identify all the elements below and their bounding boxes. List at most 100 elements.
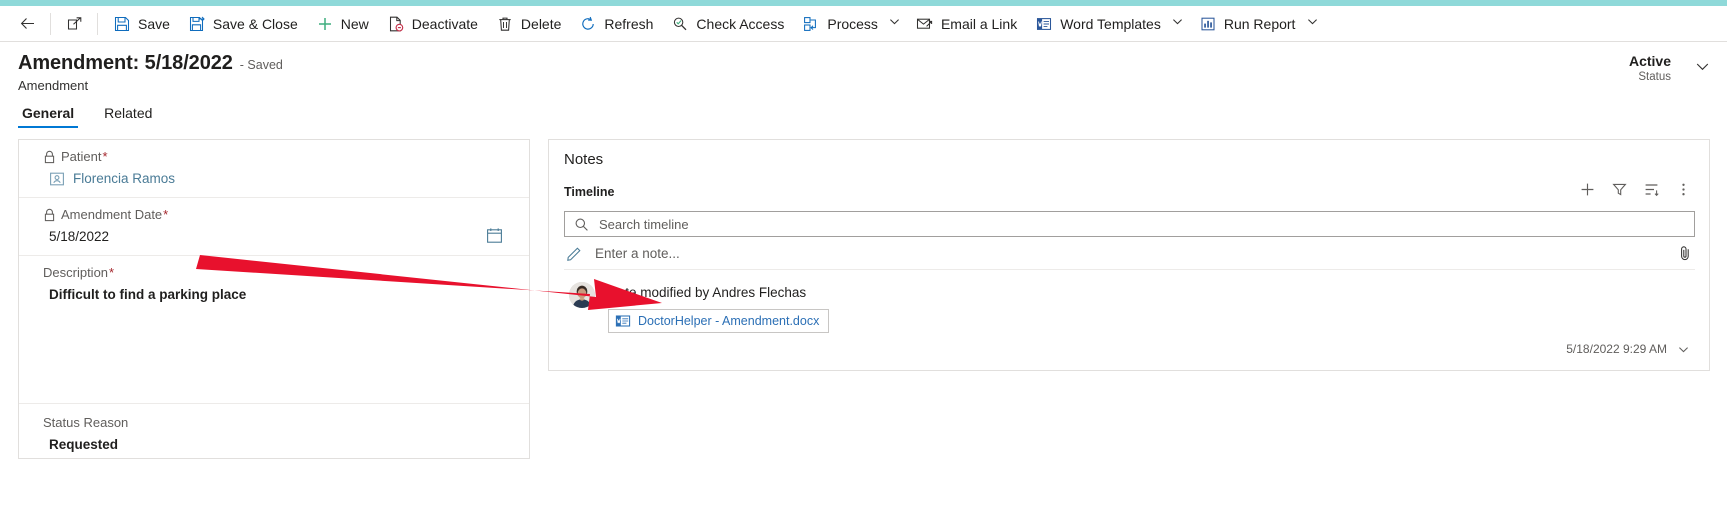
chevron-down-icon: [1171, 15, 1184, 33]
status-field[interactable]: Active Status: [1629, 53, 1671, 85]
deactivate-button[interactable]: Deactivate: [378, 7, 487, 41]
paperclip-icon[interactable]: [1677, 245, 1693, 261]
open-in-new-window-button[interactable]: [57, 7, 93, 41]
delete-button-label: Delete: [520, 15, 562, 32]
deactivate-icon: [387, 15, 405, 33]
field-description-value[interactable]: Difficult to find a parking place: [43, 285, 505, 305]
word-document-icon: [615, 313, 631, 329]
command-bar-divider: [50, 12, 51, 35]
email-a-link-button[interactable]: Email a Link: [907, 7, 1026, 41]
sort-icon: [1644, 182, 1659, 202]
required-marker: *: [102, 149, 108, 164]
save-button-label: Save: [138, 15, 170, 32]
refresh-button-label: Refresh: [604, 15, 654, 32]
chevron-down-icon: [888, 15, 901, 33]
timeline-search[interactable]: [564, 211, 1695, 237]
field-patient-label-text: Patient: [61, 149, 102, 164]
check-access-button[interactable]: Check Access: [662, 7, 793, 41]
refresh-button[interactable]: Refresh: [570, 7, 662, 41]
add-record-button[interactable]: [1573, 179, 1601, 205]
more-vertical-icon: [1676, 182, 1691, 202]
timeline-item-headline: Note modified by Andres Flechas: [608, 285, 807, 300]
field-status-reason-value[interactable]: Requested: [43, 435, 505, 455]
field-status-reason-label: Status Reason: [43, 414, 505, 432]
command-bar-divider-2: [97, 12, 98, 35]
word-templates-chevron-button[interactable]: [1166, 7, 1190, 41]
sort-button[interactable]: [1637, 179, 1665, 205]
page-title-text: Amendment: 5/18/2022: [18, 52, 233, 74]
search-input[interactable]: [597, 213, 1694, 235]
plus-icon: [316, 15, 334, 33]
run-report-chevron-button[interactable]: [1300, 7, 1324, 41]
filter-button[interactable]: [1605, 179, 1633, 205]
entity-type-label: Amendment: [18, 78, 89, 93]
tab-general-label: General: [22, 105, 75, 121]
tab-general[interactable]: General: [18, 105, 79, 128]
word-templates-button[interactable]: Word Templates: [1026, 7, 1170, 41]
field-amendment-date-label: Amendment Date *: [43, 206, 505, 224]
field-patient: Patient * Florencia Ramos: [19, 140, 529, 198]
header-expand-button[interactable]: [1691, 58, 1713, 80]
field-patient-label: Patient *: [43, 148, 505, 166]
run-report-button[interactable]: Run Report: [1190, 7, 1305, 41]
search-icon: [574, 217, 589, 232]
pencil-icon: [566, 245, 583, 262]
timeline-label: Timeline: [564, 185, 615, 199]
contact-card-icon: [49, 171, 65, 187]
timeline-item-body: Note modified by Andres Flechas DoctorHe…: [564, 276, 1695, 358]
process-icon: [802, 15, 820, 33]
trash-icon: [496, 15, 514, 33]
more-options-button[interactable]: [1669, 179, 1697, 205]
refresh-icon: [579, 15, 597, 33]
field-status-reason: Status Reason Requested: [19, 404, 529, 474]
delete-button[interactable]: Delete: [487, 7, 570, 41]
back-button[interactable]: [8, 7, 46, 41]
word-templates-button-label: Word Templates: [1060, 15, 1161, 32]
tab-related[interactable]: Related: [100, 105, 156, 128]
open-in-new-window-icon: [66, 15, 84, 33]
filter-icon: [1611, 182, 1627, 202]
email-link-icon: [916, 15, 934, 33]
plus-icon: [1580, 182, 1595, 202]
notes-section-title: Notes: [564, 151, 604, 168]
field-amendment-date-value[interactable]: 5/18/2022: [43, 227, 505, 247]
page-title: Amendment: 5/18/2022 - Saved: [18, 52, 283, 75]
save-and-close-button[interactable]: Save & Close: [179, 7, 307, 41]
required-marker: *: [163, 207, 169, 222]
check-access-icon: [671, 15, 689, 33]
save-icon: [113, 15, 131, 33]
attachment-chip[interactable]: DoctorHelper - Amendment.docx: [608, 309, 830, 333]
run-report-icon: [1199, 15, 1217, 33]
timeline-item-expand-button[interactable]: [1673, 340, 1693, 358]
save-button[interactable]: Save: [104, 7, 179, 41]
process-chevron-button[interactable]: [883, 7, 907, 41]
deactivate-button-label: Deactivate: [411, 15, 478, 32]
new-button-label: New: [340, 15, 369, 32]
check-access-button-label: Check Access: [696, 15, 785, 32]
timeline-header: Timeline: [549, 170, 1709, 209]
calendar-icon[interactable]: [486, 227, 503, 244]
field-status-reason-label-text: Status Reason: [43, 415, 129, 430]
field-description: Description * Difficult to find a parkin…: [19, 256, 529, 404]
form-tabs: General Related: [18, 100, 178, 128]
new-button[interactable]: New: [307, 7, 378, 41]
note-entry-row[interactable]: Enter a note...: [564, 237, 1695, 270]
lock-icon: [43, 150, 56, 164]
status-value: Active: [1628, 53, 1671, 69]
record-header: Amendment: 5/18/2022 - Saved Amendment A…: [0, 48, 1727, 100]
attachment-filename: DoctorHelper - Amendment.docx: [638, 314, 820, 328]
general-form-section: Patient * Florencia Ramos Amendment Date…: [18, 139, 530, 459]
field-amendment-date-label-text: Amendment Date: [61, 207, 163, 222]
field-patient-value[interactable]: Florencia Ramos: [43, 169, 505, 189]
chevron-down-icon: [1306, 15, 1319, 33]
saved-state-label: - Saved: [239, 58, 283, 72]
tab-related-label: Related: [104, 105, 153, 121]
process-button[interactable]: Process: [793, 7, 887, 41]
word-templates-icon: [1035, 15, 1053, 33]
save-and-close-icon: [188, 15, 206, 33]
status-field-label: Status: [1638, 71, 1671, 83]
required-marker: *: [109, 265, 115, 280]
back-arrow-icon: [18, 15, 36, 33]
timeline-item[interactable]: Note modified by Andres Flechas DoctorHe…: [564, 276, 1695, 358]
chevron-down-icon: [1694, 58, 1711, 80]
